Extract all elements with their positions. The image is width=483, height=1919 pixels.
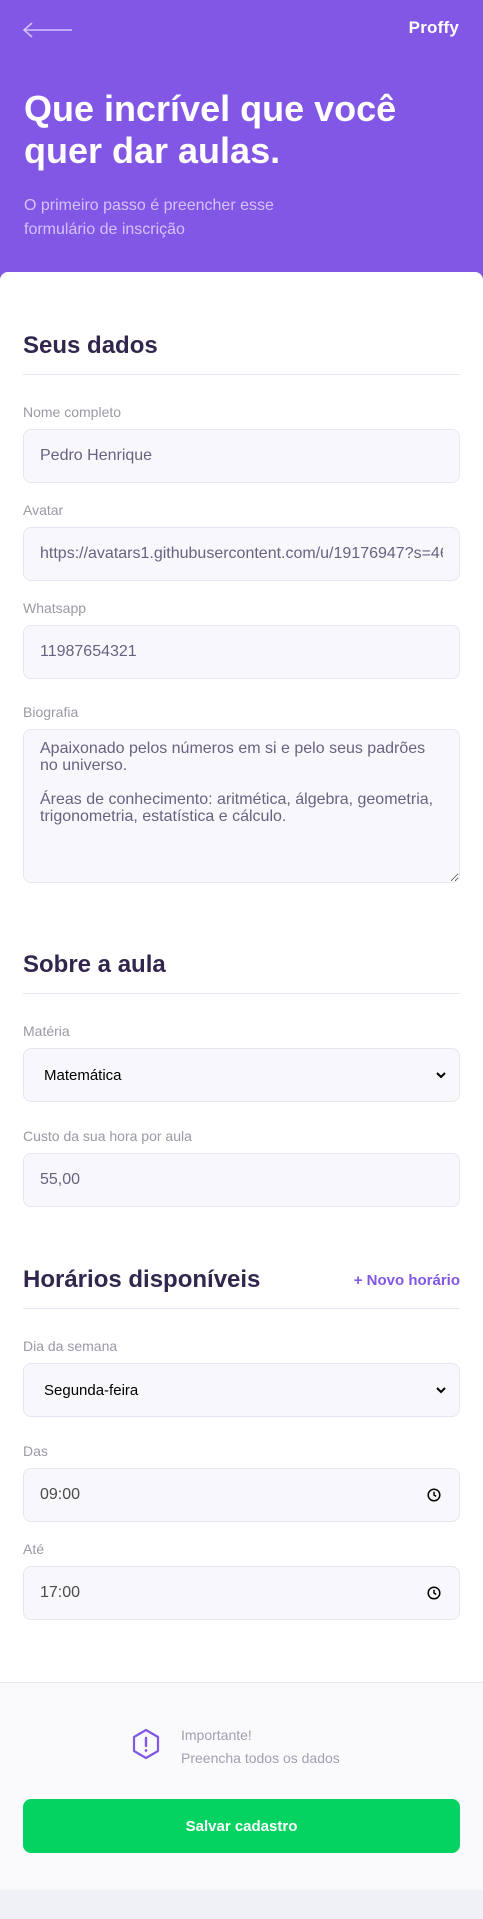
section-title-class: Sobre a aula <box>23 951 166 978</box>
weekday-select[interactable]: Segunda-feira <box>23 1363 460 1417</box>
form-card: Seus dados Nome completo Avatar Whatsapp… <box>0 272 483 1682</box>
subject-select[interactable]: Matemática <box>23 1048 460 1102</box>
to-time-value: 17:00 <box>40 1584 81 1601</box>
warning-title: Importante! <box>181 1727 252 1743</box>
divider <box>23 1308 460 1309</box>
section-title-personal: Seus dados <box>23 332 158 359</box>
whatsapp-label: Whatsapp <box>23 600 87 616</box>
weekday-select-value: Segunda-feira <box>44 1381 139 1399</box>
name-label: Nome completo <box>23 404 122 420</box>
page-header: Proffy Que incrível que você quer dar au… <box>0 0 483 300</box>
new-schedule-button[interactable]: + Novo horário <box>354 1272 460 1289</box>
whatsapp-input[interactable] <box>23 625 460 679</box>
cost-label: Custo da sua hora por aula <box>23 1128 192 1144</box>
save-button[interactable]: Salvar cadastro <box>23 1799 460 1853</box>
logo: Proffy <box>408 18 459 37</box>
back-arrow-icon[interactable] <box>22 18 74 42</box>
divider <box>23 993 460 994</box>
to-time-input[interactable]: 17:00 <box>23 1566 460 1620</box>
avatar-input[interactable] <box>23 527 460 581</box>
page-subtitle: O primeiro passo é preencher esse formul… <box>24 197 274 238</box>
chevron-down-icon <box>436 1072 446 1079</box>
divider <box>23 374 460 375</box>
warning-text: Preencha todos os dados <box>181 1750 340 1766</box>
clock-icon[interactable] <box>427 1488 441 1502</box>
form-footer: Importante! Preencha todos os dados Salv… <box>0 1682 483 1890</box>
bio-label: Biografia <box>23 704 79 720</box>
from-label: Das <box>23 1443 48 1459</box>
subject-label: Matéria <box>23 1023 70 1039</box>
cost-input[interactable] <box>23 1153 460 1207</box>
bio-textarea[interactable]: Apaixonado pelos números em si e pelo se… <box>23 729 460 883</box>
name-input[interactable] <box>23 429 460 483</box>
chevron-down-icon <box>436 1387 446 1394</box>
warning-icon <box>132 1728 160 1760</box>
section-title-schedule: Horários disponíveis <box>23 1266 261 1293</box>
from-time-input[interactable]: 09:00 <box>23 1468 460 1522</box>
avatar-label: Avatar <box>23 502 64 518</box>
clock-icon[interactable] <box>427 1586 441 1600</box>
weekday-label: Dia da semana <box>23 1338 118 1354</box>
to-label: Até <box>23 1541 45 1557</box>
page-title: Que incrível que você quer dar aulas. <box>24 88 397 171</box>
from-time-value: 09:00 <box>40 1486 81 1503</box>
subject-select-value: Matemática <box>44 1066 122 1084</box>
